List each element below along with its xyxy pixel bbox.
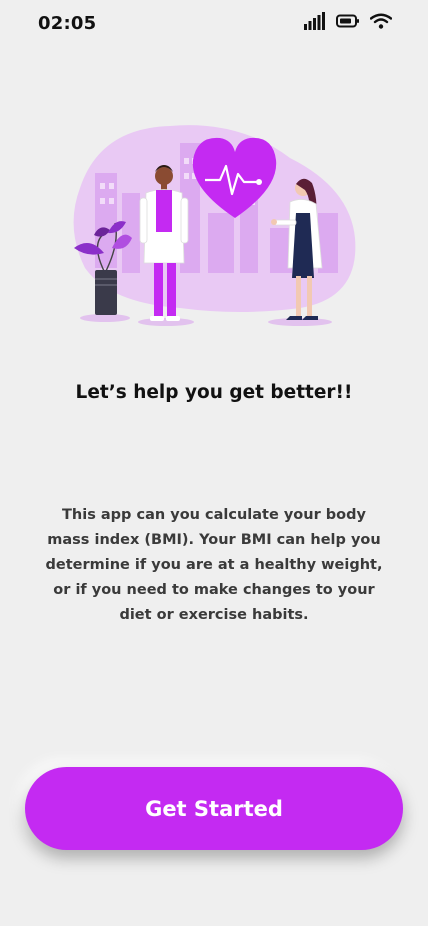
signal-icon xyxy=(304,12,325,30)
wifi-icon xyxy=(370,13,392,29)
battery-icon xyxy=(336,14,359,28)
status-icons xyxy=(304,12,392,30)
headline: Let’s help you get better!! xyxy=(75,382,353,403)
status-bar: 02:05 xyxy=(0,0,428,48)
status-time: 02:05 xyxy=(38,13,97,34)
description-text: This app can you calculate your body mas… xyxy=(45,507,383,623)
get-started-button[interactable]: Get Started xyxy=(25,767,403,850)
doctors-illustration xyxy=(73,125,356,326)
